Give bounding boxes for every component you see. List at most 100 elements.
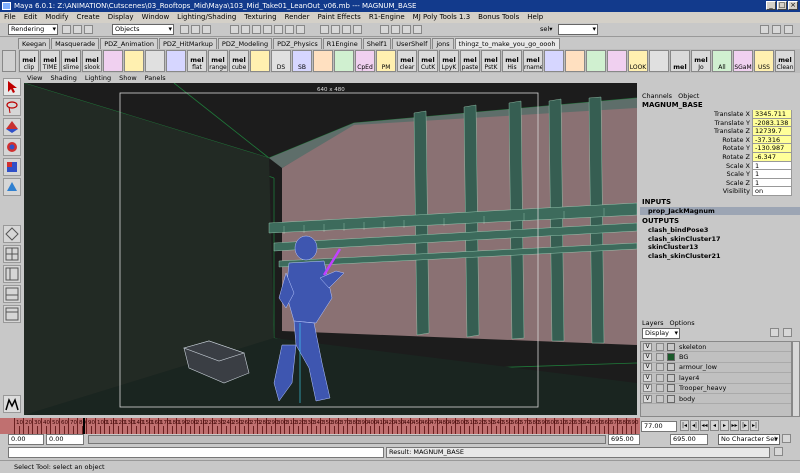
menu-mj-poly-tools-1-3[interactable]: MJ Poly Tools 1.3 <box>413 12 471 23</box>
channel-name[interactable]: Visibility <box>640 187 752 196</box>
step-forward-key-icon[interactable]: ▸▸ <box>730 420 739 431</box>
shelf-button[interactable] <box>145 50 165 72</box>
rotate-tool-icon[interactable] <box>3 138 21 156</box>
go-to-end-icon[interactable]: ▸| <box>750 420 759 431</box>
layer-row[interactable]: Varmour_low <box>641 363 791 374</box>
menu-lighting-shading[interactable]: Lighting/Shading <box>177 12 236 23</box>
menu-edit[interactable]: Edit <box>24 12 38 23</box>
layer-color-swatch[interactable] <box>667 373 675 382</box>
select-object-icon[interactable] <box>191 25 200 34</box>
go-to-start-icon[interactable]: |◂ <box>680 420 689 431</box>
manipulator-tool-icon[interactable] <box>3 178 21 196</box>
channel-name[interactable]: Translate Z <box>640 127 752 136</box>
shelf-button[interactable] <box>250 50 270 72</box>
channel-name[interactable]: Translate Y <box>640 119 752 128</box>
shelf-button[interactable]: LOOK <box>628 50 648 72</box>
lasso-tool-icon[interactable] <box>3 98 21 116</box>
shelf-button[interactable]: mel PstK <box>481 50 501 72</box>
select-hierarchy-icon[interactable] <box>180 25 189 34</box>
channel-value[interactable]: 3345.711 <box>752 110 792 119</box>
channel-value[interactable]: -37.316 <box>752 135 792 145</box>
menu-help[interactable]: Help <box>527 12 543 23</box>
shelf-button[interactable] <box>565 50 585 72</box>
shelf-tab[interactable]: Masquerade <box>51 38 100 49</box>
shelf-button[interactable]: mel clear <box>397 50 417 72</box>
snap-view-plane-icon[interactable] <box>353 25 362 34</box>
shelf-button[interactable]: mel clip <box>19 50 39 72</box>
shelf-button[interactable]: mel cube <box>229 50 249 72</box>
shelf-button[interactable]: mel CutK <box>418 50 438 72</box>
minimize-button[interactable]: _ <box>766 1 776 10</box>
channel-box-tab[interactable]: Object <box>678 91 699 101</box>
shelf-button[interactable]: SGaM <box>733 50 753 72</box>
layer-name[interactable]: Trooper_heavy <box>679 384 726 392</box>
select-component-icon[interactable] <box>202 25 211 34</box>
shelf-button[interactable]: mel slime <box>61 50 81 72</box>
layer-name[interactable]: BG <box>679 353 688 361</box>
layer-row[interactable]: Vlayer4 <box>641 373 791 384</box>
layer-visibility-toggle[interactable]: V <box>643 373 652 382</box>
hypershade-layout-icon[interactable] <box>3 305 21 323</box>
step-back-frame-icon[interactable]: ◂| <box>690 420 699 431</box>
auto-key-icon[interactable] <box>782 434 791 443</box>
channel-value[interactable]: 1 <box>752 178 792 188</box>
four-view-layout-icon[interactable] <box>3 245 21 263</box>
shelf-button[interactable]: mel paste <box>460 50 480 72</box>
layer-type-dropdown[interactable]: Display <box>642 328 680 339</box>
channel-box-tab[interactable]: Channels <box>642 91 672 101</box>
shelf-button[interactable]: mel slook <box>82 50 102 72</box>
playback-start-field[interactable]: 0.00 <box>46 434 84 445</box>
output-node[interactable]: skinCluster13 <box>640 243 800 252</box>
menu-render[interactable]: Render <box>285 12 310 23</box>
shelf-button[interactable] <box>334 50 354 72</box>
channel-value[interactable]: on <box>752 187 792 196</box>
filter-surfaces-icon[interactable] <box>263 25 272 34</box>
shelf-button[interactable] <box>124 50 144 72</box>
shelf-button[interactable]: DS <box>271 50 291 72</box>
snap-point-icon[interactable] <box>342 25 351 34</box>
shelf-button[interactable] <box>103 50 123 72</box>
move-tool-icon[interactable] <box>3 118 21 136</box>
show-channel-box-icon[interactable] <box>784 25 793 34</box>
viewport-menu-show[interactable]: Show <box>119 73 137 83</box>
shelf-tab[interactable]: PDZ_HitMarkup <box>158 38 217 49</box>
perspective-viewport[interactable]: 640 x 480 <box>24 83 637 415</box>
viewport-menu-view[interactable]: View <box>27 73 42 83</box>
shelf-button[interactable]: mel rname <box>523 50 543 72</box>
input-node[interactable]: prop_JackMagnum <box>640 206 800 216</box>
layer-color-swatch[interactable] <box>667 394 675 403</box>
layer-display-type-toggle[interactable] <box>656 363 664 372</box>
playback-end-field[interactable]: 695.00 <box>608 434 640 445</box>
shelf-button[interactable]: CpEd <box>355 50 375 72</box>
shelf-button[interactable]: mel TIME <box>40 50 60 72</box>
persp-graph-layout-icon[interactable] <box>3 285 21 303</box>
shelf-button[interactable]: mel Jo <box>691 50 711 72</box>
viewport-menu-lighting[interactable]: Lighting <box>85 73 111 83</box>
filter-rendering-icon[interactable] <box>296 25 305 34</box>
layer-color-swatch[interactable] <box>667 353 675 362</box>
layer-editor-tab[interactable]: Layers <box>642 318 664 328</box>
layer-editor-tab[interactable]: Options <box>670 318 695 328</box>
channel-name[interactable]: Rotate X <box>640 136 752 145</box>
open-scene-icon[interactable] <box>73 25 82 34</box>
single-perspective-layout-icon[interactable] <box>3 225 21 243</box>
quick-select-field[interactable] <box>558 24 598 35</box>
menu-bonus-tools[interactable]: Bonus Tools <box>478 12 519 23</box>
layer-display-type-toggle[interactable] <box>656 342 664 351</box>
ipr-render-icon[interactable] <box>402 25 411 34</box>
render-icon[interactable] <box>391 25 400 34</box>
layer-color-swatch[interactable] <box>667 363 675 372</box>
shelf-button[interactable]: mel range <box>208 50 228 72</box>
shelf-button[interactable] <box>586 50 606 72</box>
channel-box-object-name[interactable]: MAGNUM_BASE <box>640 101 800 110</box>
output-node[interactable]: clash_skinCluster17 <box>640 235 800 244</box>
shelf-button[interactable]: mel His <box>502 50 522 72</box>
selection-mask-dropdown[interactable]: Objects <box>112 24 174 35</box>
channel-value[interactable]: 12739.7 <box>752 127 792 136</box>
mel-command-input[interactable] <box>8 447 384 458</box>
play-backwards-icon[interactable]: ◂ <box>710 420 719 431</box>
viewport-menu-panels[interactable]: Panels <box>145 73 166 83</box>
current-time-marker[interactable] <box>83 418 86 434</box>
maximize-button[interactable]: □ <box>777 1 787 10</box>
shelf-button[interactable]: SB <box>292 50 312 72</box>
